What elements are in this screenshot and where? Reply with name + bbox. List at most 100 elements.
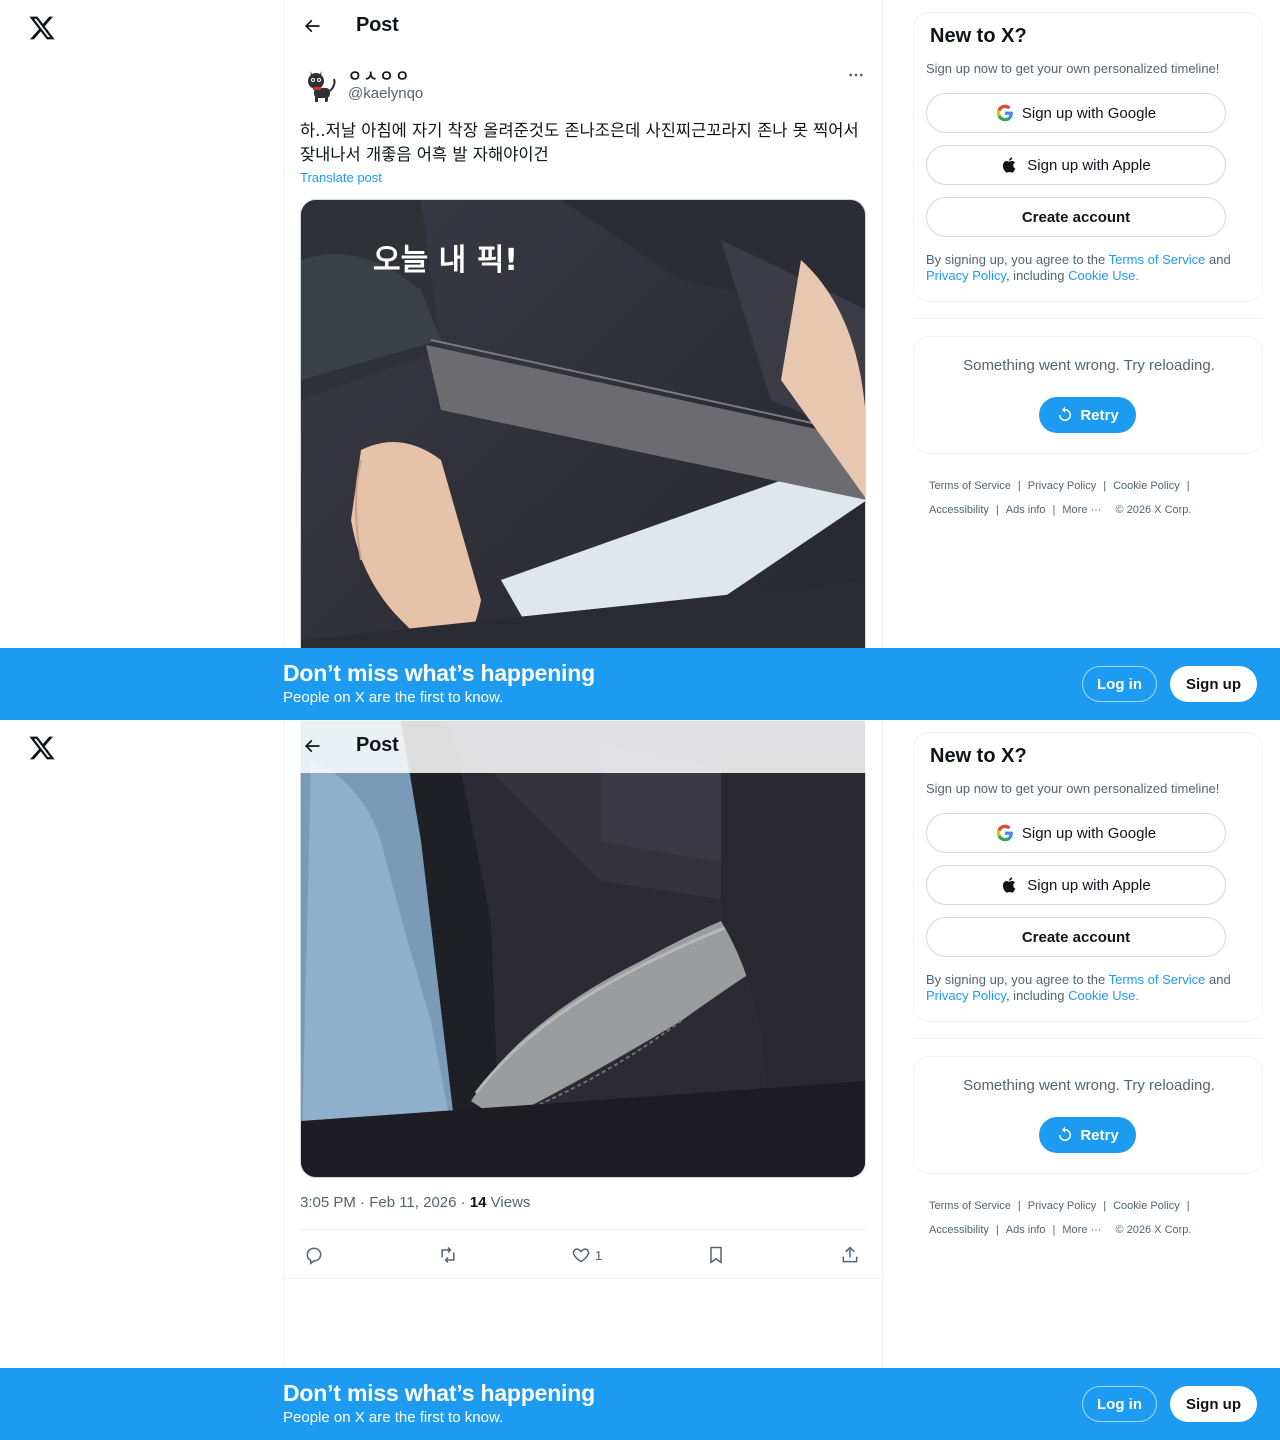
login-button[interactable]: Log in	[1082, 666, 1157, 702]
views-label: Views	[486, 1194, 531, 1211]
footer-terms[interactable]: Terms of Service	[929, 1200, 1011, 1212]
signup-apple-label: Sign up with Apple	[1027, 876, 1151, 894]
translate-post-link[interactable]: Translate post	[300, 170, 382, 185]
legal-and: and	[1205, 972, 1231, 987]
footer-cookie[interactable]: Cookie Policy	[1113, 1200, 1180, 1212]
apple-icon	[1003, 877, 1016, 893]
meta-divider	[300, 1229, 866, 1230]
primary-column: Post 3:05 PM · Feb 11, 2026 · 14 Views 1	[283, 720, 883, 1440]
retry-button[interactable]: Retry	[1039, 397, 1136, 433]
heart-icon	[572, 1248, 590, 1263]
error-message: Something went wrong. Try reloading.	[963, 1077, 1215, 1094]
post-image[interactable]	[300, 720, 866, 1178]
bookmark-icon	[710, 1246, 722, 1264]
like-count: 1	[595, 1247, 603, 1263]
footer-more[interactable]: More ···	[1062, 1224, 1101, 1236]
privacy-link[interactable]: Privacy Policy	[926, 268, 1006, 283]
signup-card: New to X? Sign up now to get your own pe…	[913, 12, 1263, 302]
sidebar-divider	[913, 318, 1263, 319]
author-handle[interactable]: @kaelynqo	[348, 85, 423, 102]
signup-google-label: Sign up with Google	[1021, 104, 1157, 122]
cookie-use-link[interactable]: Cookie Use	[1068, 988, 1135, 1003]
legal-including: , including	[1005, 268, 1069, 283]
signup-subtitle: Sign up now to get your own personalized…	[926, 61, 1220, 76]
footer-more[interactable]: More ···	[1062, 504, 1101, 516]
primary-column: Post ㅇㅅㅇㅇ @kaelynqo 하..저날 아침에 자기 착장 올려준것…	[283, 0, 883, 720]
error-card: Something went wrong. Try reloading. Ret…	[913, 336, 1263, 454]
legal-end: .	[1135, 988, 1139, 1003]
legal-including: , including	[1005, 988, 1069, 1003]
signup-apple-label: Sign up with Apple	[1027, 156, 1151, 174]
author-name[interactable]: ㅇㅅㅇㅇ	[348, 65, 411, 86]
signup-legal-text: By signing up, you agree to the Terms of…	[926, 972, 1256, 1004]
footer-ads[interactable]: Ads info	[1006, 504, 1046, 516]
footer-privacy[interactable]: Privacy Policy	[1028, 1200, 1096, 1212]
legal-prefix: By signing up, you agree to the	[926, 972, 1109, 987]
create-account-button[interactable]: Create account	[926, 197, 1226, 237]
footer-terms[interactable]: Terms of Service	[929, 480, 1011, 492]
signup-google-button[interactable]: Sign up with Google	[926, 813, 1226, 853]
more-options-icon[interactable]	[846, 65, 866, 85]
signup-google-label: Sign up with Google	[1021, 824, 1157, 842]
post-text: 하..저날 아침에 자기 착장 올려준것도 존나조은데 사진찌근꼬라지 존나 못…	[300, 121, 859, 164]
signup-google-button[interactable]: Sign up with Google	[926, 93, 1226, 133]
repost-button[interactable]	[438, 1239, 458, 1271]
page-title: Post	[356, 14, 399, 36]
banner-subtitle: People on X are the first to know.	[283, 1409, 504, 1426]
banner-subtitle: People on X are the first to know.	[283, 689, 504, 706]
author-row: ㅇㅅㅇㅇ @kaelynqo	[300, 63, 866, 107]
banner-title: Don’t miss what’s happening	[283, 660, 595, 686]
banner-title: Don’t miss what’s happening	[283, 1380, 595, 1406]
action-divider	[284, 1278, 882, 1279]
retry-button[interactable]: Retry	[1039, 1117, 1136, 1153]
signup-subtitle: Sign up now to get your own personalized…	[926, 781, 1220, 796]
footer-accessibility[interactable]: Accessibility	[929, 1224, 989, 1236]
bookmark-button[interactable]	[706, 1239, 726, 1271]
x-logo-icon[interactable]	[28, 14, 56, 42]
post-image[interactable]: 오늘 내 픽!	[300, 199, 866, 720]
footer-copyright: © 2026 X Corp.	[1115, 1224, 1192, 1236]
sidebar-divider	[913, 1038, 1263, 1039]
x-logo-icon[interactable]	[28, 734, 56, 762]
footer-privacy[interactable]: Privacy Policy	[1028, 480, 1096, 492]
signup-title: New to X?	[930, 25, 1027, 47]
retry-label: Retry	[1080, 406, 1119, 424]
signup-banner: Don’t miss what’s happening People on X …	[0, 1368, 1280, 1440]
google-icon	[996, 104, 1013, 122]
repost-icon	[441, 1246, 455, 1264]
footer-accessibility[interactable]: Accessibility	[929, 504, 989, 516]
share-button[interactable]	[840, 1239, 860, 1271]
action-bar: 1	[300, 1239, 866, 1271]
create-account-button[interactable]: Create account	[926, 917, 1226, 957]
post-meta: 3:05 PM · Feb 11, 2026 · 14 Views	[300, 1194, 530, 1211]
avatar[interactable]	[300, 63, 340, 103]
footer-copyright: © 2026 X Corp.	[1115, 504, 1192, 516]
footer-ads[interactable]: Ads info	[1006, 1224, 1046, 1236]
back-arrow-icon[interactable]	[300, 734, 324, 758]
cookie-use-link[interactable]: Cookie Use	[1068, 268, 1135, 283]
like-button[interactable]: 1	[571, 1239, 602, 1271]
post-header: Post	[284, 0, 882, 53]
back-arrow-icon[interactable]	[300, 14, 324, 38]
footer-cookie[interactable]: Cookie Policy	[1113, 480, 1180, 492]
signup-title: New to X?	[930, 745, 1027, 767]
signup-button[interactable]: Sign up	[1170, 666, 1257, 702]
footer-links: Terms of Service | Privacy Policy | Cookie P…	[929, 1200, 1192, 1236]
signup-apple-button[interactable]: Sign up with Apple	[926, 865, 1226, 905]
login-button[interactable]: Log in	[1082, 1386, 1157, 1422]
signup-legal-text: By signing up, you agree to the Terms of…	[926, 252, 1256, 284]
post-timestamp[interactable]: 3:05 PM · Feb 11, 2026 ·	[300, 1194, 470, 1211]
terms-link[interactable]: Terms of Service	[1109, 972, 1206, 987]
signup-banner: Don’t miss what’s happening People on X …	[0, 648, 1280, 720]
retry-label: Retry	[1080, 1126, 1119, 1144]
reply-button[interactable]	[304, 1239, 324, 1271]
legal-end: .	[1135, 268, 1139, 283]
signup-button[interactable]: Sign up	[1170, 1386, 1257, 1422]
privacy-link[interactable]: Privacy Policy	[926, 988, 1006, 1003]
post-header: Post	[284, 720, 882, 773]
error-card: Something went wrong. Try reloading. Ret…	[913, 1056, 1263, 1174]
signup-apple-button[interactable]: Sign up with Apple	[926, 145, 1226, 185]
legal-and: and	[1205, 252, 1231, 267]
viewport-top: Post ㅇㅅㅇㅇ @kaelynqo 하..저날 아침에 자기 착장 올려준것…	[0, 0, 1280, 720]
terms-link[interactable]: Terms of Service	[1109, 252, 1206, 267]
